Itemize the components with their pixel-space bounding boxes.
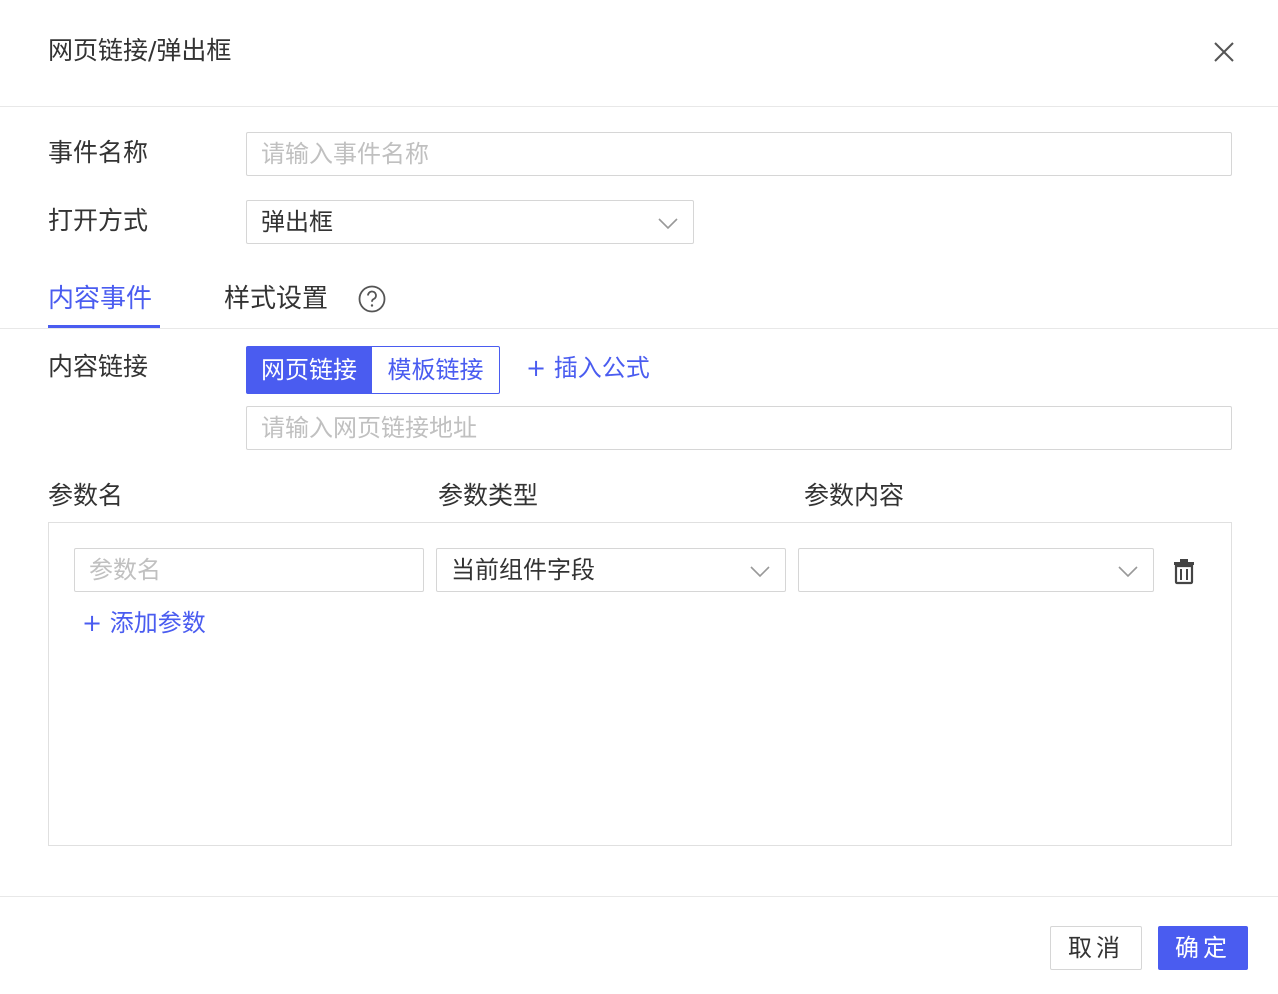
event-name-label: 事件名称 <box>48 138 149 167</box>
open-mode-select[interactable]: 弹出框 <box>246 200 694 244</box>
tab-content-event[interactable]: 内容事件 <box>48 281 152 317</box>
close-button[interactable] <box>1208 36 1240 68</box>
footer-divider <box>0 896 1278 897</box>
param-name-input[interactable] <box>74 548 424 592</box>
dialog: 网页链接/弹出框 事件名称 打开方式 弹出框 内容事件 样式设置 内容链接 网页… <box>0 0 1278 994</box>
chevron-down-icon <box>658 218 678 230</box>
url-input[interactable] <box>246 406 1232 450</box>
tabs-divider <box>0 328 1278 329</box>
chevron-down-icon <box>1118 566 1138 578</box>
segment-template-link[interactable]: 模板链接 <box>372 346 500 394</box>
dialog-title: 网页链接/弹出框 <box>48 36 232 65</box>
tab-style-settings[interactable]: 样式设置 <box>224 281 328 317</box>
open-mode-value: 弹出框 <box>261 208 333 236</box>
dialog-header: 网页链接/弹出框 <box>0 0 1278 107</box>
ok-button[interactable]: 确定 <box>1158 926 1248 970</box>
trash-icon <box>1174 559 1194 585</box>
param-content-header: 参数内容 <box>804 481 905 510</box>
segment-web-link[interactable]: 网页链接 <box>246 346 372 394</box>
question-circle-icon[interactable] <box>357 284 387 314</box>
param-type-header: 参数类型 <box>438 481 539 510</box>
param-type-select[interactable]: 当前组件字段 <box>436 548 786 592</box>
delete-param-button[interactable] <box>1172 557 1196 585</box>
content-link-label: 内容链接 <box>48 352 149 381</box>
chevron-down-icon <box>750 566 770 578</box>
param-name-header: 参数名 <box>48 481 124 510</box>
insert-formula-button[interactable]: + 插入公式 <box>526 351 650 385</box>
event-name-input[interactable] <box>246 132 1232 176</box>
param-content-select[interactable] <box>798 548 1154 592</box>
open-mode-label: 打开方式 <box>48 206 149 235</box>
cancel-button[interactable]: 取消 <box>1050 926 1142 970</box>
close-icon <box>1214 42 1234 62</box>
param-type-value: 当前组件字段 <box>451 556 595 584</box>
add-param-button[interactable]: + 添加参数 <box>82 606 206 640</box>
